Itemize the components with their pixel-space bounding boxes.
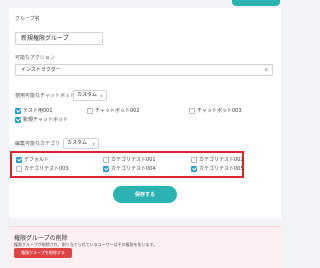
- category-item-4[interactable]: カテゴリテスト003: [16, 165, 69, 172]
- checkbox-unchecked-icon: [87, 107, 93, 114]
- category-item-1[interactable]: デフォルト: [16, 156, 49, 163]
- group-name-label: グループ名: [15, 16, 40, 22]
- chevron-down-icon: ∨: [264, 67, 268, 73]
- chevron-down-icon: ∨: [100, 93, 103, 98]
- usable-chatbots-mode-value: カスタム: [77, 92, 98, 98]
- category-item-label: カテゴリテスト003: [24, 166, 69, 172]
- chatbot-item-label: 新規チャットボット: [23, 117, 68, 123]
- delete-section-title: 権限グループの削除: [14, 235, 68, 242]
- chatbot-item-1[interactable]: テスト用001: [15, 107, 53, 114]
- category-item-3[interactable]: カテゴリテスト002: [191, 156, 244, 163]
- actions-select-value: インストラクター: [21, 67, 61, 73]
- checkbox-unchecked-icon: [16, 165, 22, 172]
- editable-categories-mode-value: カスタム: [67, 140, 88, 146]
- checkbox-checked-icon: [103, 165, 109, 172]
- chatbot-item-2[interactable]: チャットボット002: [87, 107, 140, 114]
- chevron-down-icon: ∨: [92, 141, 95, 146]
- checkbox-checked-icon: [16, 156, 22, 163]
- checkbox-checked-icon: [191, 165, 197, 172]
- actions-select[interactable]: インストラクター ∨: [15, 64, 273, 76]
- category-item-label: カテゴリテスト005: [199, 166, 244, 172]
- chatbot-item-4[interactable]: 新規チャットボット: [15, 116, 68, 123]
- chatbot-item-label: テスト用001: [23, 108, 53, 114]
- checkbox-unchecked-icon: [103, 156, 109, 163]
- group-name-input[interactable]: 新規権限グループ: [15, 32, 103, 45]
- delete-group-section: 権限グループの削除 権限グループが削除され、割り当てられているユーザーはその権限…: [9, 226, 281, 268]
- category-item-label: デフォルト: [24, 157, 50, 163]
- categories-highlight-box: デフォルト カテゴリテスト001 カテゴリテスト002 カテゴリテスト003 カ…: [10, 151, 244, 178]
- checkbox-unchecked-icon: [189, 107, 195, 114]
- chatbot-item-label: チャットボット003: [197, 108, 242, 114]
- usable-chatbots-mode-select[interactable]: カスタム ∨: [73, 90, 107, 101]
- category-item-label: カテゴリテスト004: [111, 166, 156, 172]
- chatbot-item-label: チャットボット002: [95, 108, 140, 114]
- checkbox-unchecked-icon: [191, 156, 197, 163]
- category-item-6[interactable]: カテゴリテスト005: [191, 165, 244, 172]
- delete-group-button[interactable]: 権限グループを削除する: [14, 248, 72, 258]
- category-item-label: カテゴリテスト001: [111, 157, 156, 163]
- editable-categories-label: 編集可能なカテゴリ: [15, 141, 61, 147]
- checkbox-checked-icon: [15, 116, 21, 123]
- usable-chatbots-label: 使用可能なチャットボット: [15, 93, 75, 99]
- category-item-5[interactable]: カテゴリテスト004: [103, 165, 156, 172]
- actions-label: 可能なアクション: [15, 55, 55, 61]
- chatbot-item-3[interactable]: チャットボット003: [189, 107, 242, 114]
- category-item-2[interactable]: カテゴリテスト001: [103, 156, 156, 163]
- category-item-label: カテゴリテスト002: [199, 157, 244, 163]
- checkbox-checked-icon: [15, 107, 21, 114]
- top-button-partial[interactable]: [232, 0, 280, 6]
- save-button[interactable]: 保存する: [113, 186, 177, 203]
- editable-categories-mode-select[interactable]: カスタム ∨: [63, 138, 99, 149]
